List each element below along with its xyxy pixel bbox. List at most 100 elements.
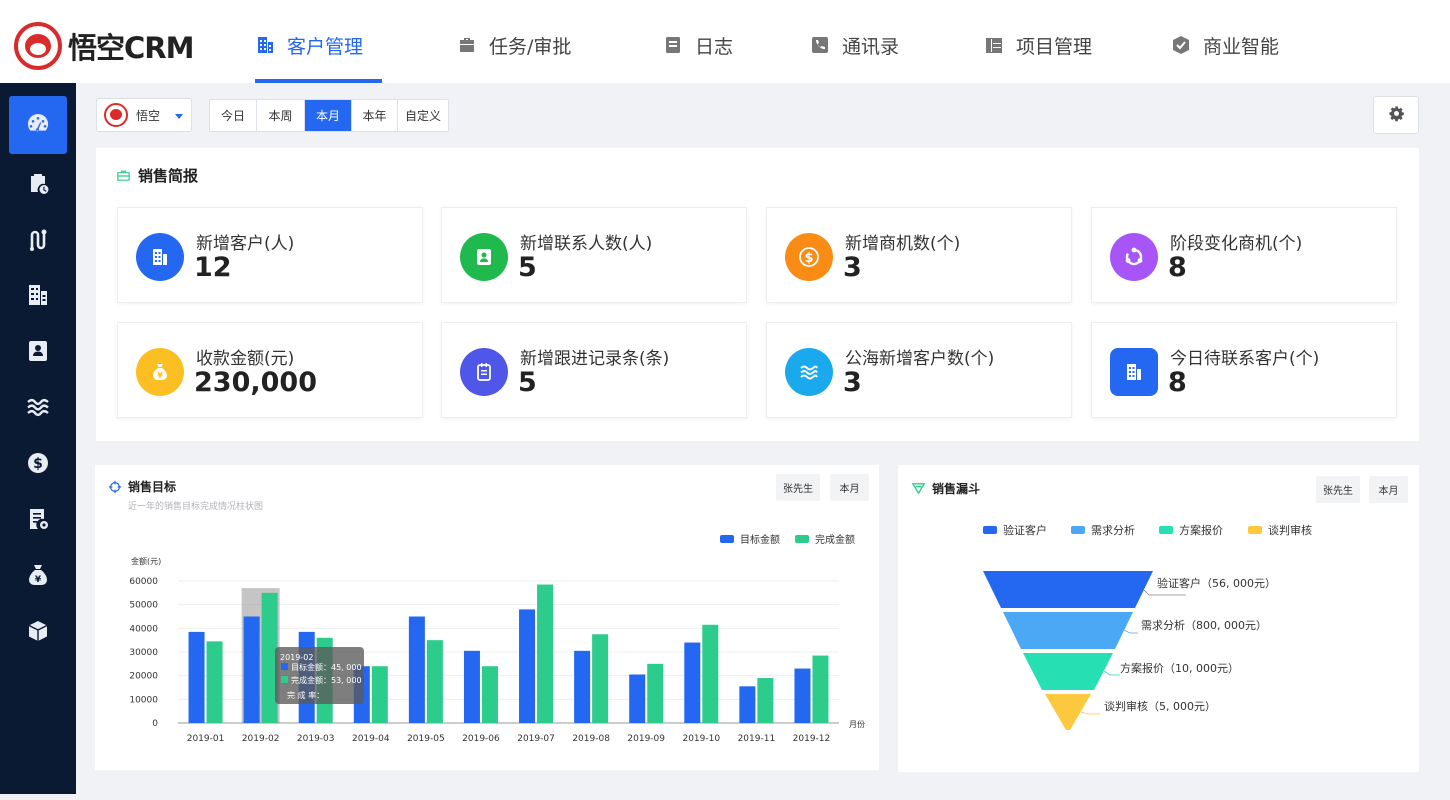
bar-target-2019-06	[463, 650, 480, 723]
stat-label: 收款金额(元)	[196, 349, 295, 369]
bar-target-2019-07	[519, 609, 536, 723]
x-tick-label: 2019-02	[242, 734, 280, 744]
sidebar-item-seas[interactable]	[9, 380, 67, 438]
nav-item-project[interactable]: 项目管理	[984, 7, 1092, 83]
x-tick-label: 2019-03	[297, 734, 335, 744]
range-month-button[interactable]: 本月	[305, 100, 352, 131]
x-tick-label: 2019-05	[407, 734, 445, 744]
sidebar-item-dashboard[interactable]	[9, 96, 67, 154]
sidebar-item-tasks[interactable]	[9, 156, 67, 214]
briefcase-icon	[116, 168, 131, 183]
money-bag-icon: ¥	[136, 348, 184, 396]
contact-card-icon	[26, 339, 50, 367]
bar-done-2019-07	[537, 584, 554, 723]
nav-item-contacts[interactable]: 通讯录	[810, 7, 899, 83]
stat-card-receivables[interactable]: ¥ 收款金额(元) 230,000	[117, 322, 423, 418]
range-week-button[interactable]: 本周	[257, 100, 305, 131]
nav-item-customer[interactable]: 客户管理	[255, 7, 382, 83]
funnel-stage-1	[983, 571, 1153, 608]
svg-text:¥: ¥	[157, 371, 163, 380]
stat-card-public-pool[interactable]: 公海新增客户数(个) 3	[766, 322, 1072, 418]
stat-value: 3	[843, 367, 862, 398]
funnel-leader-1	[1143, 589, 1186, 596]
bar-target-2019-08	[574, 650, 591, 723]
range-year-button[interactable]: 本年	[352, 100, 398, 131]
nav-item-log[interactable]: 日志	[663, 7, 733, 83]
bar-target-2019-09	[629, 674, 646, 723]
stat-value: 12	[194, 252, 232, 283]
document-icon	[26, 507, 50, 535]
nav-label: 任务/审批	[489, 35, 572, 58]
sales-target-bar-chart: 金额(元) 月份 0 10000 20000 30000 40000 50000 60000…	[129, 556, 865, 744]
waves-icon	[26, 395, 50, 423]
nav-item-task[interactable]: 任务/审批	[457, 7, 571, 83]
date-range-group: 今日 本周 本月 本年 自定义	[209, 99, 449, 132]
nav-label: 客户管理	[287, 35, 364, 58]
sidebar-item-products[interactable]	[9, 604, 67, 662]
contact-card-icon	[460, 233, 508, 281]
stat-card-new-opportunities[interactable]: $ 新增商机数(个) 3	[766, 207, 1072, 303]
sidebar-item-customers[interactable]	[9, 268, 67, 326]
project-icon	[984, 35, 1004, 55]
user-select[interactable]: 悟空	[96, 98, 192, 132]
bar-target-2019-12	[794, 668, 811, 723]
logo[interactable]: 悟空CRM	[14, 22, 194, 70]
tooltip-target: 目标金额：45, 000	[291, 662, 362, 672]
waves-icon	[785, 348, 833, 396]
stat-card-new-contacts[interactable]: 新增联系人数(人) 5	[441, 207, 747, 303]
x-tick-label: 2019-08	[572, 734, 610, 744]
y-tick-label: 10000	[129, 695, 158, 705]
sidebar-item-contract[interactable]	[9, 492, 67, 550]
chevron-down-icon	[175, 114, 183, 119]
x-tick-label: 2019-11	[738, 734, 776, 744]
bar-done-2019-10	[702, 624, 719, 723]
svg-text:¥: ¥	[35, 575, 42, 585]
stat-card-followup-records[interactable]: 新增跟进记录条(条) 5	[441, 322, 747, 418]
x-tick-label: 2019-10	[682, 734, 720, 744]
y-tick-label: 0	[152, 719, 158, 729]
funnel-stage-4	[1045, 694, 1091, 730]
stat-card-stage-changes[interactable]: 阶段变化商机(个) 8	[1091, 207, 1397, 303]
bar-target-2019-05	[408, 616, 425, 723]
logo-text: 悟空CRM	[68, 31, 194, 65]
funnel-label-4: 谈判审核（5, 000元）	[1104, 699, 1216, 713]
bar-done-2019-06	[481, 666, 498, 723]
x-tick-label: 2019-07	[517, 734, 555, 744]
main-content: 悟空 今日 本周 本月 本年 自定义 销售简报 新增客户(人) 12 新增联系人…	[76, 83, 1450, 794]
x-tick-label: 2019-09	[627, 734, 665, 744]
panel-title: 销售简报	[116, 165, 198, 186]
bar-done-2019-08	[592, 634, 609, 723]
y-tick-label: 30000	[129, 648, 158, 658]
bi-icon	[1171, 35, 1191, 55]
sidebar-item-receivables[interactable]: ¥	[9, 548, 67, 606]
funnel-label-3: 方案报价（10, 000元）	[1120, 661, 1239, 675]
nav-item-bi[interactable]: 商业智能	[1171, 7, 1279, 83]
sidebar-item-opportunity[interactable]: $	[9, 436, 67, 494]
stat-card-today-contacts[interactable]: 今日待联系客户(个) 8	[1091, 322, 1397, 418]
bar-done-2019-09	[647, 663, 664, 723]
stat-card-new-customers[interactable]: 新增客户(人) 12	[117, 207, 423, 303]
stat-label: 公海新增客户数(个)	[845, 349, 995, 369]
range-custom-button[interactable]: 自定义	[398, 100, 448, 131]
sidebar-item-contacts[interactable]	[9, 324, 67, 382]
range-today-button[interactable]: 今日	[210, 100, 257, 131]
building-icon	[1110, 348, 1158, 396]
top-navbar: 悟空CRM 客户管理 任务/审批 日志 通讯录 项目管理 商业智能	[0, 7, 1443, 83]
y-tick-label: 60000	[129, 577, 158, 587]
y-tick-label: 40000	[129, 624, 158, 634]
bar-done-2019-01	[206, 641, 223, 723]
funnel-stage-3	[1023, 653, 1113, 690]
bar-done-2019-11	[757, 678, 774, 723]
phone-icon	[810, 35, 830, 55]
sidebar-item-route[interactable]	[9, 213, 67, 271]
bar-target-2019-01	[188, 631, 205, 723]
settings-button[interactable]	[1373, 96, 1419, 134]
bar-done-2019-04	[371, 666, 388, 723]
briefcase-icon	[457, 35, 477, 55]
cube-icon	[26, 619, 50, 647]
building-icon	[26, 283, 50, 311]
tooltip-rate: 完 成 率：	[287, 690, 324, 700]
report-title: 销售简报	[138, 167, 199, 185]
bar-done-2019-12	[812, 655, 829, 723]
cycle-icon	[1110, 233, 1158, 281]
